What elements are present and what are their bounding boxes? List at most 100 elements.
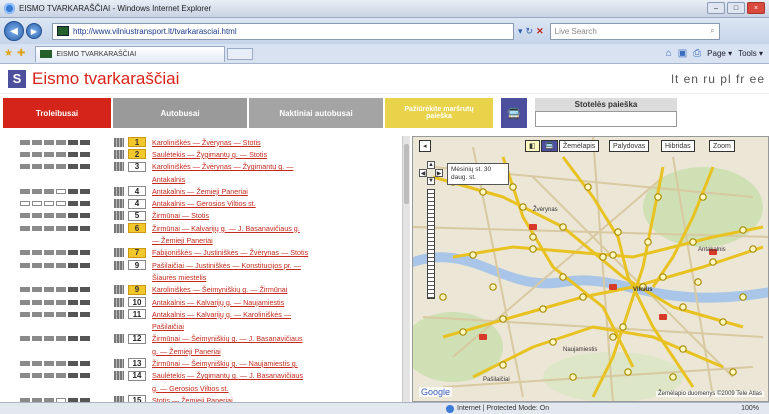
route-list-scrollbar[interactable] [402, 136, 410, 402]
route-row[interactable]: Pašilaičiai [20, 320, 400, 332]
route-row[interactable]: 5 Žirmūnai — Stotis [20, 210, 400, 222]
url-text[interactable]: http://www.vilniustransport.lt/tvarkaras… [73, 27, 237, 36]
route-link[interactable]: Žirmūnai — Stotis [152, 211, 209, 220]
map-zoom-slider[interactable] [427, 189, 435, 299]
calendar-icon[interactable] [114, 211, 124, 221]
route-link[interactable]: g. — Gerosios Viltios st. [152, 384, 229, 393]
tools-menu[interactable]: Tools ▾ [738, 49, 763, 58]
route-link[interactable]: Antakalnis — Kalvarijų g. — Karoliniškės… [152, 310, 291, 319]
calendar-icon[interactable] [114, 248, 124, 258]
route-row[interactable]: 13 Žirmūnai — Šeimyniškių g. — Naujamiest… [20, 357, 400, 369]
maximize-button[interactable]: □ [727, 2, 745, 14]
page-menu[interactable]: Page ▾ [707, 49, 732, 58]
route-row[interactable]: 9 Pašilaičiai — Justiniškės — Konstitucij… [20, 259, 400, 271]
route-link[interactable]: Fabijoniškės — Justiniškės — Žvėrynas — … [152, 248, 308, 257]
route-map[interactable]: ◂ ◧ 🚍 Žemėlapis Palydovas Hibridas Zoom … [412, 136, 769, 402]
tab-autobusai[interactable]: Autobusai [113, 98, 247, 128]
route-number[interactable]: 4 [128, 198, 146, 209]
route-link[interactable]: Saulėtekis — Žygimantų g. — Stotis [152, 150, 267, 159]
route-row[interactable]: 4 Antakalnis — Gerosios Viltios st. [20, 197, 400, 209]
map-route-icon[interactable]: ◧ [525, 140, 540, 152]
route-row[interactable]: — Žemieji Paneriai [20, 234, 400, 246]
forward-button[interactable]: ▶ [26, 23, 42, 39]
google-logo[interactable]: Google [419, 387, 453, 397]
route-row[interactable]: 12 Žirmūnai — Šeimyniškių g. — J. Basanav… [20, 333, 400, 345]
route-link[interactable]: Antakalnis — Gerosios Viltios st. [152, 199, 256, 208]
route-row[interactable]: 15 Stotis — Žemieji Paneriai [20, 394, 400, 402]
map-type-hybrid[interactable]: Hibridas [661, 140, 695, 152]
route-number[interactable]: 5 [128, 210, 146, 221]
route-link[interactable]: Antakalnis — Žemieji Paneriai [152, 187, 248, 196]
route-row[interactable]: 4 Antakalnis — Žemieji Paneriai [20, 185, 400, 197]
calendar-icon[interactable] [114, 199, 124, 209]
calendar-icon[interactable] [114, 371, 124, 381]
map-bus-icon[interactable]: 🚍 [541, 140, 558, 152]
calendar-icon[interactable] [114, 186, 124, 196]
route-number[interactable]: 3 [128, 161, 146, 172]
route-number[interactable]: 14 [128, 370, 146, 381]
bus-icon[interactable]: 🚍 [501, 98, 527, 128]
route-number[interactable]: 6 [128, 223, 146, 234]
route-row[interactable]: Antakalnis [20, 173, 400, 185]
route-link[interactable]: Pašilaičiai [152, 322, 184, 331]
route-row[interactable]: 1 Karoliniškės — Žvėrynas — Stotis [20, 136, 400, 148]
stop-search-input[interactable] [535, 111, 677, 127]
route-row[interactable]: 7 Fabijoniškės — Justiniškės — Žvėrynas —… [20, 247, 400, 259]
route-row[interactable]: Šiaurės miestelis [20, 271, 400, 283]
route-number[interactable]: 12 [128, 333, 146, 344]
map-pan-control[interactable]: ▲ ◀ ▶ ▼ [419, 161, 443, 185]
route-number[interactable]: 2 [128, 149, 146, 160]
route-number[interactable]: 11 [128, 309, 146, 320]
route-row[interactable]: 2 Saulėtekis — Žygimantų g. — Stotis [20, 148, 400, 160]
calendar-icon[interactable] [114, 162, 124, 172]
route-number[interactable]: 7 [128, 247, 146, 258]
route-row[interactable]: 10 Antakalnis — Kalvarijų g. — Naujamiest… [20, 296, 400, 308]
scrollbar-thumb[interactable] [404, 144, 409, 204]
pan-down-icon[interactable]: ▼ [427, 177, 435, 185]
tab-naktiniai[interactable]: Naktiniai autobusai [249, 98, 383, 128]
route-link[interactable]: Antakalnis — Kalvarijų g. — Naujamiestis [152, 298, 284, 307]
route-number[interactable]: 9 [128, 284, 146, 295]
calendar-icon[interactable] [114, 149, 124, 159]
close-button[interactable]: × [747, 2, 765, 14]
map-type-map[interactable]: Žemėlapis [559, 140, 600, 152]
search-icon[interactable]: ⌕ [710, 26, 714, 36]
browser-tab[interactable]: EISMO TVARKARAŠČIAI [35, 45, 226, 62]
calendar-icon[interactable] [114, 309, 124, 319]
route-number[interactable]: 10 [128, 297, 146, 307]
favorites-star-icon[interactable]: ★ [4, 48, 13, 59]
route-link[interactable]: Saulėtekis — Žygimantų g. — J. Basanavič… [152, 371, 303, 380]
route-row[interactable]: 11 Antakalnis — Kalvarijų g. — Karolinišk… [20, 308, 400, 320]
new-tab-button[interactable] [227, 47, 254, 60]
address-dropdown-icon[interactable]: ▾ [518, 26, 523, 37]
calendar-icon[interactable] [114, 137, 124, 147]
route-link[interactable]: — Žemieji Paneriai [152, 236, 213, 245]
route-number[interactable]: 4 [128, 186, 146, 197]
calendar-icon[interactable] [114, 334, 124, 344]
map-type-satellite[interactable]: Palydovas [609, 140, 650, 152]
add-favorites-icon[interactable]: ✚ [17, 48, 25, 59]
map-zoom-button[interactable]: Zoom [709, 140, 735, 152]
zoom-level[interactable]: 100% [741, 405, 769, 412]
route-link[interactable]: Karoliniškės — Šeimyniškių g. — Žirmūnai [152, 285, 287, 294]
route-link[interactable]: Antakalnis [152, 175, 185, 184]
address-bar[interactable]: http://www.vilniustransport.lt/tvarkaras… [52, 22, 514, 40]
home-icon[interactable]: ⌂ [666, 48, 672, 59]
pan-right-icon[interactable]: ▶ [435, 169, 443, 177]
route-row[interactable]: 3 Karoliniškės — Žvėrynas — Žygimantų g. … [20, 161, 400, 173]
route-link[interactable]: Šiaurės miestelis [152, 273, 206, 282]
route-link[interactable]: Karoliniškės — Žvėrynas — Stotis [152, 138, 261, 147]
tab-troleibusai[interactable]: Troleibusai [3, 98, 111, 128]
map-collapse-button[interactable]: ◂ [419, 140, 431, 152]
route-link[interactable]: Žirmūnai — Šeimyniškių g. — J. Basanavič… [152, 334, 303, 343]
route-link[interactable]: Žirmūnai — Šeimyniškių g. — Naujamiestis… [152, 359, 298, 368]
route-link[interactable]: Žirmūnai — Kalvarijų g. — J. Basanavičia… [152, 224, 300, 233]
pan-up-icon[interactable]: ▲ [427, 161, 435, 169]
print-icon[interactable]: ⎙ [693, 48, 701, 59]
minimize-button[interactable]: – [707, 2, 725, 14]
stop-icon[interactable]: ✕ [536, 26, 544, 37]
route-row[interactable]: 6 Žirmūnai — Kalvarijų g. — J. Basanaviči… [20, 222, 400, 234]
search-input[interactable]: Live Search ⌕ [549, 22, 720, 40]
route-row[interactable]: 9 Karoliniškės — Šeimyniškių g. — Žirmūna… [20, 284, 400, 296]
route-link[interactable]: g. — Žemieji Paneriai [152, 347, 221, 356]
